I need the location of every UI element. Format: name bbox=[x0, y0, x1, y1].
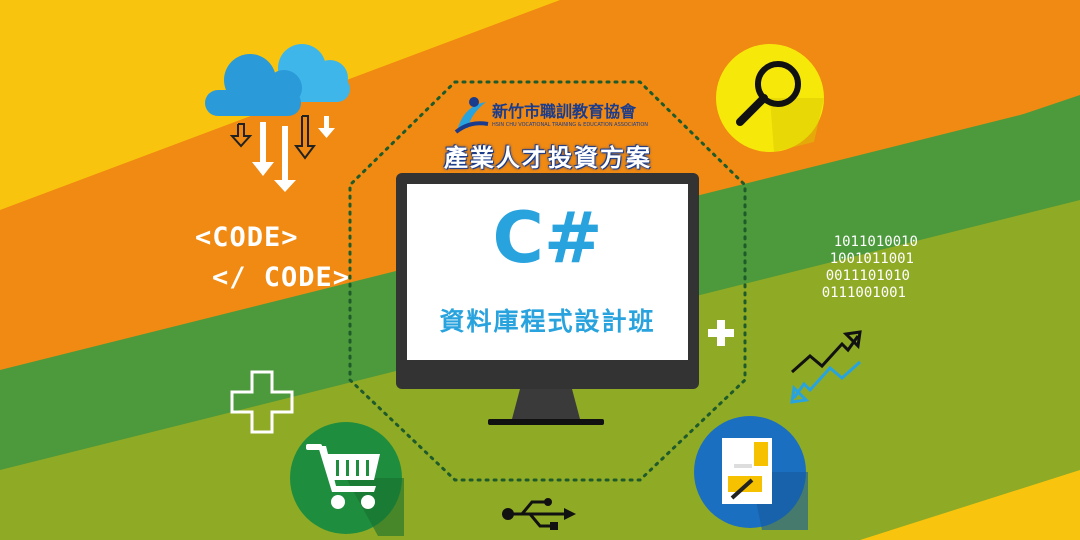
course-subtitle: 資料庫程式設計班 bbox=[439, 307, 656, 336]
code-close-text: </ CODE> bbox=[212, 262, 351, 293]
program-title: 產業人才投資方案 bbox=[444, 144, 652, 172]
usb-icon bbox=[502, 498, 576, 530]
binary-line: 0011101010 bbox=[825, 268, 910, 284]
organization-name-en: HSIN CHU VOCATIONAL TRAINING & EDUCATION… bbox=[492, 122, 649, 128]
shopping-cart-icon bbox=[290, 422, 404, 536]
monitor-screen: C# 資料庫程式設計班 bbox=[407, 184, 688, 360]
download-arrows-icon bbox=[229, 115, 335, 192]
cloud-icon bbox=[205, 44, 350, 116]
course-title: C# bbox=[492, 197, 603, 279]
monitor: C# 資料庫程式設計班 bbox=[396, 173, 699, 389]
binary-line: 1011010010 bbox=[833, 234, 918, 250]
banner: <CODE> </ CODE> 1011010010 1001011001 00… bbox=[0, 0, 1080, 540]
small-plus-icon bbox=[708, 320, 734, 346]
binary-line: 0111001001 bbox=[821, 285, 906, 301]
binary-code-block: 1011010010 1001011001 0011101010 0111001… bbox=[778, 234, 918, 302]
binary-line: 1001011001 bbox=[829, 251, 914, 267]
organization-name: 新竹市職訓教育協會 bbox=[492, 102, 637, 121]
organization-emblem-icon bbox=[454, 97, 489, 134]
trend-arrows-icon bbox=[790, 330, 862, 404]
document-pen-icon bbox=[694, 416, 808, 530]
monitor-stand bbox=[488, 389, 604, 425]
code-open-text: <CODE> bbox=[195, 222, 299, 253]
organization-logo: 新竹市職訓教育協會 HSIN CHU VOCATIONAL TRAINING &… bbox=[452, 92, 662, 138]
plus-icon bbox=[230, 370, 294, 434]
magnifier-icon bbox=[716, 44, 824, 152]
